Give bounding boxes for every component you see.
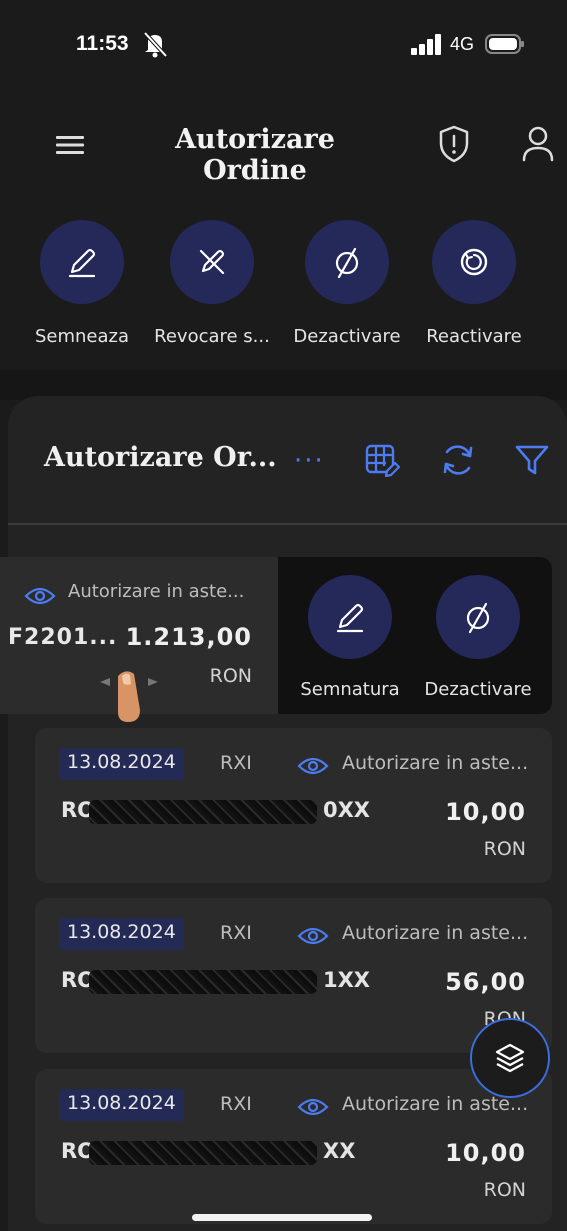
slashed-circle-icon	[466, 602, 490, 634]
swipe-action-dezactivare[interactable]: Dezactivare	[418, 575, 538, 700]
iban-suffix: XX	[323, 1139, 356, 1163]
action-label: Dezactivare	[293, 326, 401, 347]
action-label: Semneaza	[34, 326, 130, 347]
iban-suffix: 1XX	[323, 968, 370, 992]
order-iban: RO XX	[61, 1139, 401, 1167]
order-date-badge: 13.08.2024	[59, 918, 184, 950]
action-reactivare[interactable]: Reactivare	[404, 220, 544, 347]
action-semneaza[interactable]: Semneaza	[12, 220, 152, 347]
order-currency: RON	[209, 665, 252, 687]
table-edit-icon[interactable]	[362, 440, 402, 480]
action-circle[interactable]	[308, 575, 392, 659]
action-circle[interactable]	[305, 220, 389, 304]
app-screen: 11:53 4G Autorizare Ordine Semneaza Revo…	[0, 0, 567, 1231]
order-type: RXI	[220, 1093, 252, 1115]
status-bar: 11:53 4G	[0, 0, 567, 90]
order-date-badge: 13.08.2024	[59, 1089, 184, 1121]
quick-actions-bar: Semneaza Revocare s... Dezactivare React…	[0, 220, 567, 370]
order-type: RXI	[220, 752, 252, 774]
refresh-icon[interactable]	[438, 440, 478, 480]
order-currency: RON	[483, 1179, 526, 1201]
order-currency: RON	[483, 838, 526, 860]
panel-divider	[8, 523, 567, 525]
panel-title: Autorizare Or...	[44, 442, 277, 473]
more-options-button[interactable]: ···	[294, 446, 325, 476]
order-amount: 10,00	[445, 1139, 526, 1167]
order-status: Autorizare in aste...	[342, 922, 529, 944]
eye-icon	[297, 1098, 329, 1116]
pen-cancel-icon	[199, 249, 225, 275]
order-card[interactable]: 13.08.2024 RXI Autorizare in aste... RO …	[35, 898, 552, 1053]
action-label: Reactivare	[426, 326, 522, 347]
action-label: Semnatura	[300, 679, 400, 700]
swipe-hint-finger-icon	[100, 671, 158, 722]
network-type: 4G	[450, 34, 475, 54]
action-circle[interactable]	[170, 220, 254, 304]
eye-icon	[24, 587, 56, 605]
user-profile-icon[interactable]	[520, 124, 556, 164]
swipe-action-semnatura[interactable]: Semnatura	[290, 575, 410, 700]
order-type: RXI	[220, 922, 252, 944]
signal-icon	[411, 34, 441, 55]
pen-icon	[336, 603, 364, 633]
order-iban: RO 0XX	[61, 798, 401, 826]
shield-alert-icon[interactable]	[436, 124, 472, 164]
slashed-circle-icon	[335, 247, 359, 279]
action-dezactivare[interactable]: Dezactivare	[277, 220, 417, 347]
order-status: Autorizare in aste...	[342, 752, 529, 774]
iban-redacted	[89, 1141, 317, 1165]
action-circle[interactable]	[432, 220, 516, 304]
action-label: Dezactivare	[424, 679, 532, 700]
hamburger-menu-icon[interactable]	[54, 131, 86, 159]
order-card[interactable]: 13.08.2024 RXI Autorizare in aste... RO …	[35, 1069, 552, 1224]
battery-icon	[485, 34, 524, 54]
pen-icon	[68, 248, 96, 278]
iban-redacted	[89, 800, 317, 824]
action-circle[interactable]	[436, 575, 520, 659]
action-label: Revocare s...	[154, 326, 270, 347]
layers-fab-button[interactable]	[470, 1018, 550, 1098]
bell-muted-icon	[143, 31, 168, 58]
page-title: Autorizare Ordine	[175, 124, 335, 186]
filter-icon[interactable]	[512, 440, 552, 480]
action-revocare[interactable]: Revocare s...	[142, 220, 282, 347]
reactivate-icon	[460, 248, 488, 276]
order-amount: 10,00	[445, 798, 526, 826]
action-circle[interactable]	[40, 220, 124, 304]
home-indicator[interactable]	[192, 1214, 372, 1221]
order-amount: 1.213,00	[125, 623, 252, 651]
iban-suffix: 0XX	[323, 798, 370, 822]
order-date-badge: 13.08.2024	[59, 748, 184, 780]
swiped-order-row[interactable]: Autorizare in aste... F2201... 1.213,00 …	[0, 557, 552, 714]
order-status: Autorizare in aste...	[68, 581, 245, 602]
order-iban: RO 1XX	[61, 968, 401, 996]
order-amount: 56,00	[445, 968, 526, 996]
iban-redacted	[89, 970, 317, 994]
layers-icon	[495, 1043, 525, 1073]
eye-icon	[297, 927, 329, 945]
status-time: 11:53	[76, 32, 129, 55]
order-reference: F2201...	[8, 625, 118, 650]
order-card[interactable]: 13.08.2024 RXI Autorizare in aste... RO …	[35, 728, 552, 883]
eye-icon	[297, 757, 329, 775]
